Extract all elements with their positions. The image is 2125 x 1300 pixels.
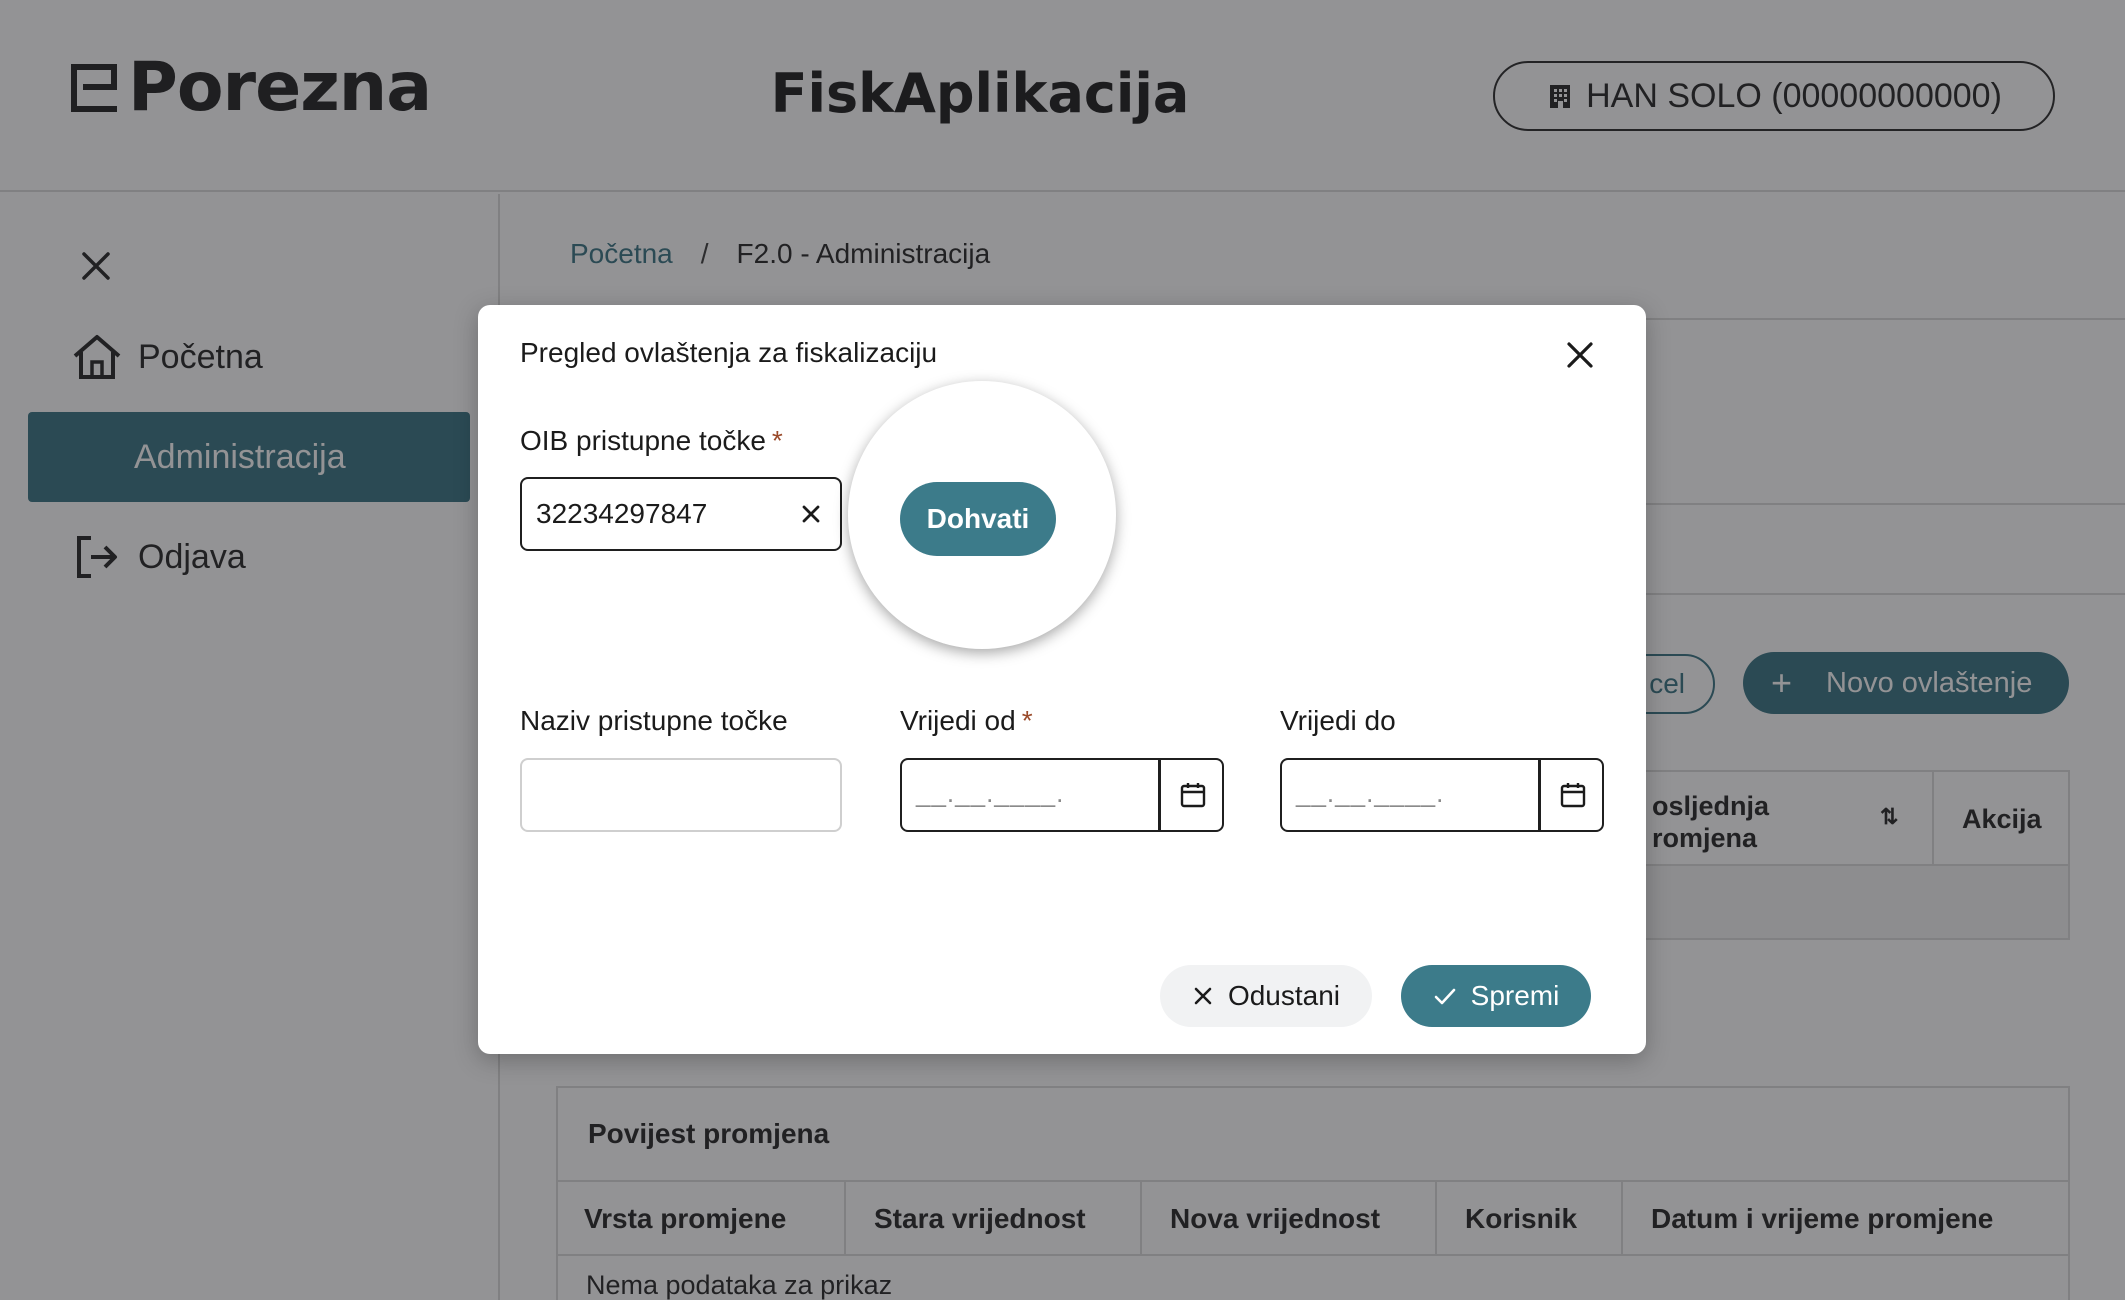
- close-icon: [1194, 987, 1212, 1005]
- calendar-icon[interactable]: [1558, 780, 1588, 810]
- fetch-button[interactable]: Dohvati: [900, 482, 1056, 556]
- calendar-icon[interactable]: [1178, 780, 1208, 810]
- name-label: Naziv pristupne točke: [520, 705, 788, 736]
- save-label: Spremi: [1470, 980, 1560, 1011]
- date-divider: [1538, 760, 1541, 830]
- clear-input-icon[interactable]: [796, 499, 826, 529]
- required-mark: *: [1021, 705, 1033, 736]
- oib-label: OIB pristupne točke *: [520, 425, 783, 456]
- valid-to-input[interactable]: __.__.____.: [1280, 758, 1604, 832]
- cancel-button[interactable]: Odustani: [1160, 965, 1372, 1027]
- oib-value: 32234297847: [536, 498, 708, 529]
- required-mark: *: [771, 425, 783, 456]
- date-mask: __.__.____.: [1296, 778, 1445, 808]
- save-button[interactable]: Spremi: [1401, 965, 1591, 1027]
- valid-to-label: Vrijedi do: [1280, 705, 1396, 736]
- oib-input[interactable]: 32234297847: [520, 477, 842, 551]
- date-mask: __.__.____.: [916, 778, 1065, 808]
- authorization-dialog: Pregled ovlaštenja za fiskalizaciju OIB …: [478, 305, 1646, 1054]
- check-icon: [1434, 988, 1455, 1005]
- cancel-label: Odustani: [1227, 980, 1341, 1011]
- name-input[interactable]: [520, 758, 842, 832]
- valid-from-label: Vrijedi od *: [900, 705, 1033, 736]
- date-divider: [1158, 760, 1161, 830]
- close-dialog-icon[interactable]: [1560, 335, 1600, 375]
- valid-from-input[interactable]: __.__.____.: [900, 758, 1224, 832]
- dialog-title: Pregled ovlaštenja za fiskalizaciju: [520, 337, 938, 368]
